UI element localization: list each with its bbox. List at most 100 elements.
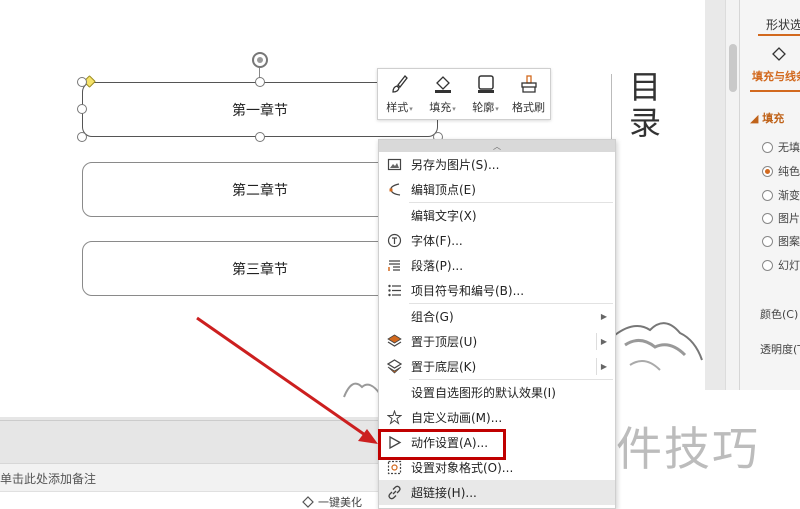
menu-bring-to-front[interactable]: 置于顶层(U) ▶ bbox=[379, 329, 615, 354]
split-divider bbox=[596, 358, 597, 375]
menu-edit-text[interactable]: 编辑文字(X) bbox=[379, 203, 615, 228]
menu-label: 段落(P)... bbox=[411, 259, 464, 273]
lower-gray-area bbox=[0, 420, 380, 463]
fill-option-pattern[interactable]: 图案填充 bbox=[762, 233, 800, 249]
menu-edit-points[interactable]: 编辑顶点(E) bbox=[379, 177, 615, 202]
fill-option-label: 幻灯片背景填充 bbox=[778, 259, 800, 272]
bring-to-front-icon bbox=[387, 334, 402, 347]
menu-label: 设置自选图形的默认效果(I) bbox=[411, 386, 556, 400]
radio-icon bbox=[762, 259, 773, 271]
menu-font[interactable]: 字体(F)... bbox=[379, 228, 615, 253]
style-button[interactable]: 样式▾ bbox=[378, 69, 421, 119]
scroll-up-icon[interactable]: ︿ bbox=[379, 140, 615, 152]
menu-label: 设置对象格式(O)... bbox=[411, 461, 514, 475]
scrollbar-thumb[interactable] bbox=[729, 44, 737, 92]
menu-label: 超链接(H)... bbox=[411, 486, 477, 500]
collapse-triangle-icon: ◢ bbox=[750, 112, 763, 125]
fill-option-label: 无填充 bbox=[778, 141, 800, 154]
toc-title: 目录 bbox=[624, 70, 662, 142]
fill-option-none[interactable]: 无填充 bbox=[762, 139, 800, 155]
tab-underline bbox=[758, 34, 800, 36]
fill-label: 填充 bbox=[429, 100, 452, 114]
chevron-down-icon: ▾ bbox=[409, 104, 413, 113]
beautify-button[interactable]: 一键美化 bbox=[302, 494, 362, 509]
format-painter-icon bbox=[520, 74, 537, 93]
link-icon bbox=[388, 485, 401, 500]
send-to-back-icon bbox=[387, 359, 402, 374]
chevron-down-icon: ▾ bbox=[452, 104, 456, 113]
transparency-field-label: 透明度(T) bbox=[760, 343, 800, 356]
fill-option-picture[interactable]: 图片或纹理填充 bbox=[762, 210, 800, 226]
format-object-icon bbox=[387, 460, 402, 475]
fill-button[interactable]: 填充▾ bbox=[421, 69, 464, 119]
beautify-label: 一键美化 bbox=[318, 496, 362, 509]
fill-option-solid[interactable]: 纯色填充 bbox=[762, 163, 800, 179]
fill-section-label: 填充 bbox=[762, 112, 785, 125]
outline-label: 轮廓 bbox=[472, 100, 495, 114]
resize-handle-l[interactable] bbox=[77, 104, 87, 114]
fill-option-slide-bg[interactable]: 幻灯片背景填充 bbox=[762, 257, 800, 273]
resize-handle-b[interactable] bbox=[255, 132, 265, 142]
chevron-down-icon: ▾ bbox=[495, 104, 499, 113]
paragraph-icon bbox=[388, 260, 400, 271]
shape-options-tab[interactable]: 形状选项 bbox=[766, 16, 800, 33]
menu-label: 组合(G) bbox=[411, 310, 454, 324]
resize-handle-t[interactable] bbox=[255, 77, 265, 87]
menu-label: 编辑文字(X) bbox=[411, 209, 477, 223]
fill-section-header[interactable]: ◢ 填充 bbox=[750, 110, 784, 126]
menu-label: 置于底层(K) bbox=[411, 360, 477, 374]
submenu-arrow-icon: ▶ bbox=[600, 362, 607, 371]
style-label: 样式 bbox=[386, 100, 409, 114]
fill-option-gradient[interactable]: 渐变填充 bbox=[762, 187, 800, 203]
bullet-list-icon bbox=[388, 284, 401, 297]
radio-selected-icon bbox=[762, 165, 773, 177]
fill-and-line-tab[interactable]: 填充与线条 bbox=[752, 68, 800, 84]
rotate-handle-icon[interactable] bbox=[252, 52, 268, 68]
edit-points-icon bbox=[389, 183, 401, 196]
brush-icon bbox=[391, 74, 408, 93]
radio-icon bbox=[762, 141, 773, 153]
submenu-arrow-icon: ▶ bbox=[600, 337, 607, 346]
menu-send-to-back[interactable]: 置于底层(K) ▶ bbox=[379, 354, 615, 379]
menu-label: 自定义动画(M)... bbox=[411, 411, 503, 425]
resize-handle-bl[interactable] bbox=[77, 132, 87, 142]
ink-painting-decoration bbox=[614, 322, 703, 371]
fill-option-label: 纯色填充 bbox=[778, 165, 800, 178]
chapter-shape-3-text: 第三章节 bbox=[232, 261, 288, 278]
menu-label: 字体(F)... bbox=[411, 234, 463, 248]
vertical-scrollbar[interactable] bbox=[725, 0, 739, 420]
menu-save-as-picture[interactable]: 另存为图片(S)... bbox=[379, 152, 615, 177]
submenu-arrow-icon: ▶ bbox=[600, 312, 607, 321]
radio-icon bbox=[762, 212, 773, 224]
fill-option-label: 图片或纹理填充 bbox=[778, 212, 800, 225]
radio-icon bbox=[762, 189, 773, 201]
format-painter-button[interactable]: 格式刷 bbox=[507, 69, 550, 119]
star-animation-icon bbox=[387, 410, 402, 425]
fill-option-label: 渐变填充 bbox=[778, 189, 800, 202]
notes-placeholder: 单击此处添加备注 bbox=[0, 472, 97, 486]
outline-button[interactable]: 轮廓▾ bbox=[464, 69, 507, 119]
format-painter-label: 格式刷 bbox=[512, 100, 545, 114]
fill-line-icon[interactable] bbox=[770, 46, 788, 64]
menu-set-default-effect[interactable]: 设置自选图形的默认效果(I) bbox=[379, 380, 615, 405]
slide-bottom-border bbox=[0, 420, 380, 421]
action-settings-highlight bbox=[378, 429, 506, 460]
menu-bullets-numbering[interactable]: 项目符号和编号(B)... bbox=[379, 278, 615, 303]
menu-label: 另存为图片(S)... bbox=[411, 158, 500, 172]
beautify-icon bbox=[302, 496, 314, 508]
ink-mountain-decoration bbox=[343, 382, 381, 398]
menu-custom-animation[interactable]: 自定义动画(M)... bbox=[379, 405, 615, 430]
menu-paragraph[interactable]: 段落(P)... bbox=[379, 253, 615, 278]
menu-hyperlink[interactable]: 超链接(H)... bbox=[379, 480, 615, 505]
resize-handle-tl[interactable] bbox=[77, 77, 87, 87]
chapter-shape-2-text: 第二章节 bbox=[232, 182, 288, 199]
image-icon bbox=[387, 158, 402, 171]
menu-group[interactable]: 组合(G) ▶ bbox=[379, 304, 615, 329]
menu-label: 项目符号和编号(B)... bbox=[411, 284, 525, 298]
fill-bucket-icon bbox=[434, 75, 451, 93]
split-divider bbox=[596, 333, 597, 350]
menu-label: 置于顶层(U) bbox=[411, 335, 478, 349]
radio-icon bbox=[762, 235, 773, 247]
menu-label: 编辑顶点(E) bbox=[411, 183, 476, 197]
font-icon bbox=[387, 233, 402, 248]
